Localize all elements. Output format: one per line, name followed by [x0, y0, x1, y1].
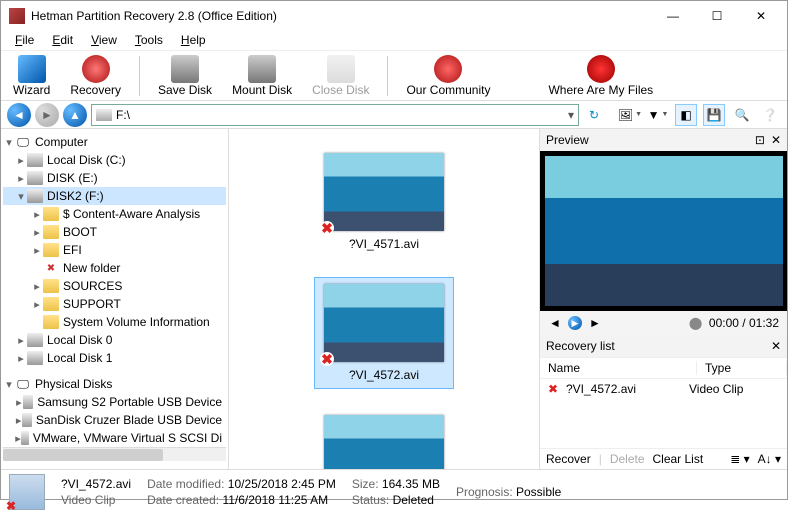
close-disk-button: Close Disk — [306, 53, 375, 99]
preview-image — [540, 151, 787, 311]
status-filename: ?VI_4572.avi — [61, 477, 131, 491]
tree-item[interactable]: ▸Samsung S2 Portable USB Device — [3, 393, 226, 411]
tree-item[interactable]: ▸VMware, VMware Virtual S SCSI Di — [3, 429, 226, 447]
next-frame-button[interactable]: ► — [588, 316, 602, 330]
file-thumbnail[interactable]: ?VI_4572.avi — [314, 277, 454, 389]
mount-disk-button[interactable]: Mount Disk — [226, 53, 298, 99]
drive-icon — [96, 109, 112, 121]
filter-button[interactable]: ▼▼ — [647, 104, 669, 126]
tree-root-computer[interactable]: ▾Computer — [3, 133, 226, 151]
col-name[interactable]: Name — [540, 361, 697, 375]
save-disk-button[interactable]: Save Disk — [152, 53, 218, 99]
preview-pin-icon[interactable]: ⊡ — [755, 133, 765, 147]
nav-back-button[interactable]: ◄ — [7, 103, 31, 127]
minimize-button[interactable]: — — [651, 2, 695, 30]
tree-item[interactable]: ▸EFI — [3, 241, 226, 259]
menu-file[interactable]: File — [7, 31, 42, 50]
preview-panel: Preview ⊡ ✕ ◄ ▶ ► ⬤ 00:00 / 01:32 Recove… — [539, 129, 787, 469]
prev-frame-button[interactable]: ◄ — [548, 316, 562, 330]
tree-scrollbar-horizontal[interactable] — [3, 447, 226, 461]
menu-view[interactable]: View — [83, 31, 125, 50]
thumbnail-label: ?VI_4571.avi — [349, 237, 419, 251]
delete-button: Delete — [610, 452, 645, 466]
status-bar: ?VI_4572.avi Video Clip Date modified: 1… — [1, 469, 787, 513]
recovery-list-close-button[interactable]: ✕ — [771, 339, 781, 353]
thumbnail-image — [324, 415, 444, 469]
view-controls: 🖼▼ ▼▼ ◧ 💾 🔍 ❔ — [619, 104, 781, 126]
address-dropdown-icon[interactable]: ▾ — [568, 108, 574, 122]
tree-item[interactable]: System Volume Information — [3, 313, 226, 331]
thumbnail-image — [324, 153, 444, 231]
recovery-list-title: Recovery list — [546, 339, 615, 353]
nav-up-button[interactable]: ▲ — [63, 103, 87, 127]
maximize-button[interactable]: ☐ — [695, 2, 739, 30]
recovery-list: Name Type ✖ ?VI_4572.avi Video Clip Reco… — [540, 357, 787, 469]
menubar: File Edit View Tools Help — [1, 31, 787, 51]
sort-button[interactable]: A↓ ▾ — [758, 452, 781, 466]
clear-list-button[interactable]: Clear List — [653, 452, 704, 466]
tree-item[interactable]: ▸SanDisk Cruzer Blade USB Device — [3, 411, 226, 429]
tree-item[interactable]: ▸SOURCES — [3, 277, 226, 295]
menu-edit[interactable]: Edit — [44, 31, 81, 50]
menu-help[interactable]: Help — [173, 31, 214, 50]
file-thumbnail[interactable]: ?VI_4571.avi — [314, 147, 454, 257]
close-button[interactable]: ✕ — [739, 2, 783, 30]
community-button[interactable]: Our Community — [400, 53, 496, 99]
nav-forward-button[interactable]: ► — [35, 103, 59, 127]
tree-physical-disks[interactable]: ▾Physical Disks — [3, 375, 226, 393]
tree-item[interactable]: New folder — [3, 259, 226, 277]
address-text: F:\ — [116, 108, 130, 122]
recovery-button[interactable]: Recovery — [64, 53, 127, 99]
status-file-icon — [9, 474, 45, 510]
list-view-mode-button[interactable]: ≣ ▾ — [730, 452, 749, 466]
recovery-list-row[interactable]: ✖ ?VI_4572.avi Video Clip — [540, 379, 787, 399]
where-files-button[interactable]: Where Are My Files — [542, 53, 659, 99]
play-button[interactable]: ▶ — [568, 316, 582, 330]
tree-item[interactable]: ▸Local Disk 1 — [3, 349, 226, 367]
recover-button[interactable]: Recover — [546, 452, 591, 466]
deleted-file-icon: ✖ — [548, 382, 562, 396]
media-controls: ◄ ▶ ► ⬤ 00:00 / 01:32 — [540, 311, 787, 335]
address-bar[interactable]: F:\ ▾ — [91, 104, 579, 126]
tree-item[interactable]: ▸$ Content-Aware Analysis — [3, 205, 226, 223]
app-icon — [9, 8, 25, 24]
tree-item[interactable]: ▸BOOT — [3, 223, 226, 241]
thumbnail-label: ?VI_4572.avi — [349, 368, 419, 382]
refresh-button[interactable]: ↻ — [583, 104, 605, 126]
save-config-button[interactable]: 💾 — [703, 104, 725, 126]
media-time: ⬤ 00:00 / 01:32 — [689, 316, 779, 330]
titlebar: Hetman Partition Recovery 2.8 (Office Ed… — [1, 1, 787, 31]
view-mode-button[interactable]: 🖼▼ — [619, 104, 641, 126]
preview-toggle-button[interactable]: ◧ — [675, 104, 697, 126]
navbar: ◄ ► ▲ F:\ ▾ ↻ 🖼▼ ▼▼ ◧ 💾 🔍 ❔ — [1, 101, 787, 129]
preview-title: Preview — [546, 133, 589, 147]
folder-tree[interactable]: ▾Computer ▸Local Disk (C:)▸DISK (E:)▾DIS… — [1, 129, 229, 469]
tree-item[interactable]: ▸Local Disk 0 — [3, 331, 226, 349]
search-button[interactable]: 🔍 — [731, 104, 753, 126]
wizard-button[interactable]: Wizard — [7, 53, 56, 99]
toolbar: Wizard Recovery Save Disk Mount Disk Clo… — [1, 51, 787, 101]
file-list[interactable]: ?VI_4571.avi?VI_4572.avi?VI_4573.avi?VI_… — [229, 129, 539, 469]
toolbar-separator — [139, 56, 140, 96]
help-button[interactable]: ❔ — [759, 104, 781, 126]
tree-item[interactable]: ▸SUPPORT — [3, 295, 226, 313]
preview-close-button[interactable]: ✕ — [771, 133, 781, 147]
menu-tools[interactable]: Tools — [127, 31, 171, 50]
thumbnail-image — [324, 284, 444, 362]
tree-item[interactable]: ▾DISK2 (F:) — [3, 187, 226, 205]
toolbar-separator — [387, 56, 388, 96]
col-type[interactable]: Type — [697, 361, 787, 375]
window-title: Hetman Partition Recovery 2.8 (Office Ed… — [31, 9, 651, 23]
tree-item[interactable]: ▸DISK (E:) — [3, 169, 226, 187]
file-thumbnail[interactable]: ?VI_4573.avi — [314, 409, 454, 469]
tree-item[interactable]: ▸Local Disk (C:) — [3, 151, 226, 169]
